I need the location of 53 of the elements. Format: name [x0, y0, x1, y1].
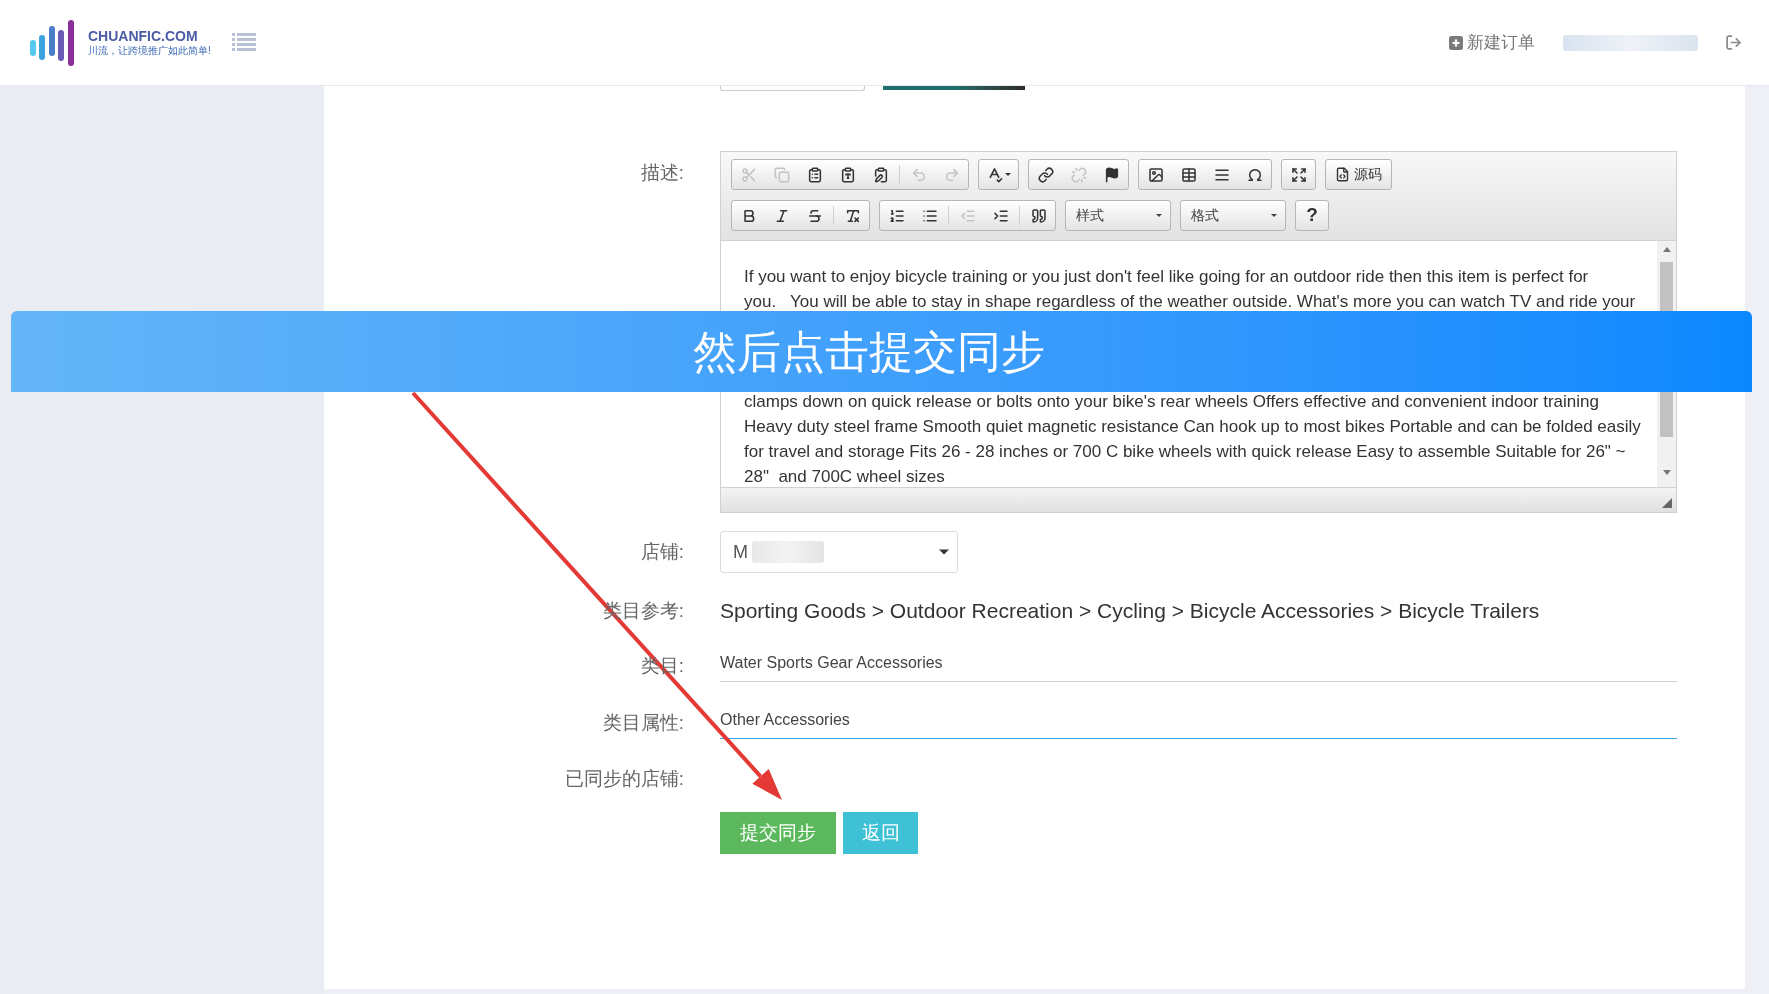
caret-icon [1271, 214, 1277, 217]
clipboard-icon [806, 166, 823, 183]
dropdown[interactable]: 格式 [1180, 200, 1286, 231]
strikethrough-icon [806, 207, 823, 224]
caret-icon [1005, 173, 1011, 176]
plus-square-icon [1449, 35, 1463, 50]
logo-text: CHUANFIC.COM [88, 28, 199, 44]
image-icon [1147, 166, 1164, 183]
editor-paragraph: If you want to enjoy bicycle training or you just don't feel like going for an outdoor ride then this item is perfect for you. You will be able to stay in shape regardless of the weather outside. What's more you can watch TV and ride your [744, 268, 1637, 311]
code-file-icon [1335, 167, 1350, 182]
new-order-link[interactable]: 新建订单 [1449, 29, 1535, 56]
scroll-up-icon[interactable] [1662, 247, 1671, 252]
editor-paragraph: clamps down on quick release or bolts onto your bike's rear wheels Offers effective and convenient indoor training Heavy duty steel frame Smooth quiet magnetic resistance Can hook up to most bikes Portable and can be folded easily for travel and storage Fits 26 - 28 inches or 700 C bike wheels with quick release Easy to assemble Suitable for 26" ~ 28" and 700C wheel sizes [744, 393, 1642, 486]
instruction-toast: 然后点击提交同步 [11, 311, 1752, 392]
numbered-list-icon [888, 207, 905, 224]
clipboard-text-icon [839, 166, 856, 183]
blurred-block [752, 541, 824, 563]
redo-icon [943, 166, 960, 183]
clear-format-icon [844, 207, 861, 224]
help-button[interactable]: ? [1295, 200, 1329, 231]
omega-icon [1246, 166, 1263, 183]
copy-icon [773, 166, 790, 183]
field-label: 已同步的店铺: [564, 767, 684, 791]
resize-grip-icon[interactable] [1662, 498, 1672, 508]
text-field[interactable]: Water Sports Gear Accessories [720, 650, 1677, 682]
category-path-text: Sporting Goods > Outdoor Recreation > Cycling > Bicycle Accessories > Bicycle Trailers [720, 598, 1540, 624]
scissors-icon [740, 166, 757, 183]
quote-icon [1030, 207, 1047, 224]
field-label: 店铺: [640, 540, 684, 564]
spellcheck-icon [986, 166, 1003, 183]
link-icon [1037, 166, 1054, 183]
caret-icon [1156, 214, 1162, 217]
dropdown[interactable]: 样式 [1065, 200, 1171, 231]
logo-tagline: 川流，让跨境推广如此简单! [88, 44, 212, 57]
logout-icon[interactable] [1725, 34, 1742, 51]
toolbar-button[interactable] [1281, 159, 1316, 190]
store-select[interactable]: M [720, 531, 958, 573]
field-label: 类目属性: [602, 711, 684, 735]
caret-icon [939, 549, 949, 555]
scroll-down-icon[interactable] [1662, 470, 1671, 475]
source-button[interactable]: 源码 [1325, 159, 1392, 190]
field-label: 描述: [640, 161, 684, 185]
clipboard-pen-icon [872, 166, 889, 183]
flag-icon [1103, 166, 1120, 183]
table-icon [1180, 166, 1197, 183]
toolbar-dropdown-button[interactable] [978, 159, 1019, 190]
unlink-icon [1070, 166, 1087, 183]
undo-icon [910, 166, 927, 183]
logo-icon [30, 19, 76, 66]
text-field[interactable]: Other Accessories [720, 707, 1677, 739]
field-label: 类目: [640, 654, 684, 678]
input-field[interactable] [720, 86, 865, 91]
expand-icon [1290, 166, 1307, 183]
